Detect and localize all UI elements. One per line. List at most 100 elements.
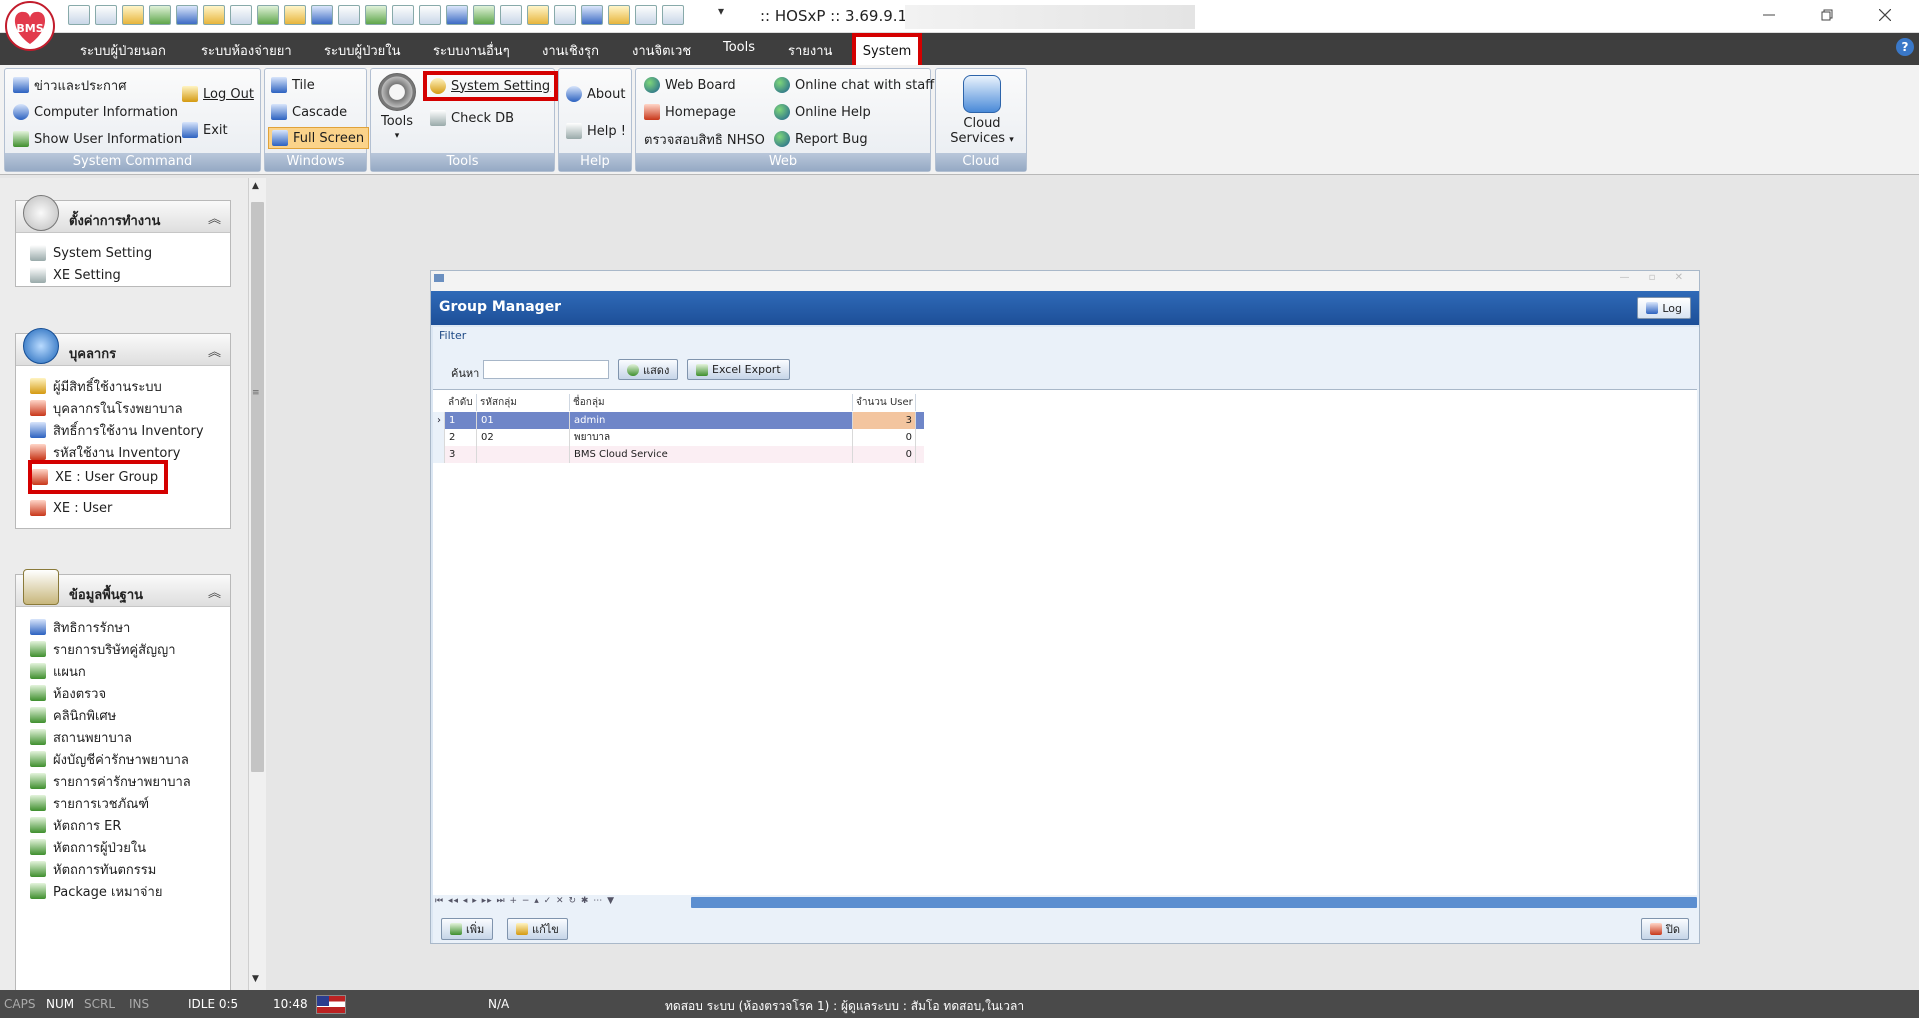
qat-edit-icon[interactable] xyxy=(176,5,198,25)
nav-item-xe-setting[interactable]: XE Setting xyxy=(30,265,121,285)
column-header[interactable]: รหัสกลุ่ม xyxy=(477,394,570,411)
help-icon[interactable]: ? xyxy=(1896,38,1914,56)
nav-item-hospital-staff[interactable]: บุคลากรในโรงพยาบาล xyxy=(30,398,183,418)
qat-camera-icon[interactable] xyxy=(662,5,684,25)
qat-search-icon[interactable] xyxy=(500,5,522,25)
nav-item-medical-supplies[interactable]: รายการเวชภัณฑ์ xyxy=(30,793,149,813)
section-header[interactable]: ตั้งค่าการทำงาน ︽ xyxy=(16,195,230,233)
table-row[interactable]: › 1 01 admin 3 xyxy=(433,412,924,429)
column-header[interactable]: ชื่อกลุ่ม xyxy=(570,394,853,411)
qat-user-icon[interactable] xyxy=(365,5,387,25)
nav-item-hospital[interactable]: สถานพยาบาล xyxy=(30,727,132,747)
nav-item-system-setting[interactable]: System Setting xyxy=(30,243,152,263)
column-header[interactable]: ลำดับ xyxy=(445,394,477,411)
full-screen-button[interactable]: Full Screen xyxy=(268,127,370,149)
nav-item-dental-procedures[interactable]: หัตถการทันตกรรม xyxy=(30,859,156,879)
nav-item-special-clinic[interactable]: คลินิกพิเศษ xyxy=(30,705,116,725)
bms-logo[interactable]: BMS xyxy=(4,0,60,56)
qat-lightning-icon[interactable] xyxy=(338,5,360,25)
nav-item-inventory-codes[interactable]: รหัสใช้งาน Inventory xyxy=(30,442,180,462)
language-flag-icon[interactable] xyxy=(316,995,346,1014)
qat-note-icon[interactable] xyxy=(230,5,252,25)
online-chat-button[interactable]: Online chat with staff xyxy=(774,74,934,96)
search-input[interactable] xyxy=(483,360,609,379)
tools-dropdown-button[interactable]: Tools ▾ xyxy=(377,73,417,144)
qat-id-card-icon[interactable] xyxy=(554,5,576,25)
cascade-button[interactable]: Cascade xyxy=(271,101,347,123)
qat-document-icon[interactable] xyxy=(122,5,144,25)
qat-home-icon[interactable] xyxy=(473,5,495,25)
news-button[interactable]: ข่าวและประกาศ xyxy=(13,74,126,96)
qat-form-icon[interactable] xyxy=(203,5,225,25)
table-row[interactable]: 2 02 พยาบาล 0 xyxy=(433,429,924,446)
nav-item-xe-user[interactable]: XE : User xyxy=(30,498,112,518)
menu-reports[interactable]: รายงาน xyxy=(788,40,832,61)
qat-person-icon[interactable] xyxy=(581,5,603,25)
computer-info-button[interactable]: Computer Information xyxy=(13,101,178,123)
left-panel-scrollbar[interactable]: ▲ ≡ ▼ xyxy=(248,178,266,990)
nav-item-fee-chart[interactable]: ผังบัญชีค่ารักษาพยาบาล xyxy=(30,749,189,769)
menu-pharmacy[interactable]: ระบบห้องจ่ายยา xyxy=(201,40,292,61)
menu-opd[interactable]: ระบบผู้ป่วยนอก xyxy=(80,40,166,61)
table-row[interactable]: 3 BMS Cloud Service 0 xyxy=(433,446,924,463)
about-button[interactable]: About xyxy=(566,83,625,105)
menu-ipd[interactable]: ระบบผู้ป่วยใน xyxy=(324,40,401,61)
show-button[interactable]: แสดง xyxy=(618,359,679,380)
homepage-button[interactable]: Homepage xyxy=(644,101,736,123)
collapse-chevron-icon[interactable]: ︽ xyxy=(208,341,221,360)
filter-link[interactable]: Filter xyxy=(439,329,466,342)
nav-item-fee-list[interactable]: รายการค่ารักษาพยาบาล xyxy=(30,771,191,791)
mdi-window-controls-icon[interactable]: — ▫ ✕ xyxy=(1619,272,1691,283)
nhso-check-button[interactable]: ตรวจสอบสิทธิ NHSO xyxy=(644,128,765,150)
nav-item-contract-companies[interactable]: รายการบริษัทคู่สัญญา xyxy=(30,639,176,659)
show-user-info-button[interactable]: Show User Information xyxy=(13,128,182,150)
menu-other-systems[interactable]: ระบบงานอื่นๆ xyxy=(433,40,510,61)
horizontal-scrollbar[interactable] xyxy=(691,897,1697,908)
cloud-services-button[interactable]: Cloud Services ▾ xyxy=(940,75,1024,148)
nav-item-exam-room[interactable]: ห้องตรวจ xyxy=(30,683,106,703)
menu-tools[interactable]: Tools xyxy=(723,40,755,55)
qat-grid-icon[interactable] xyxy=(284,5,306,25)
scroll-up-icon[interactable]: ▲ xyxy=(252,181,259,191)
section-header[interactable]: ข้อมูลพื้นฐาน ︽ xyxy=(16,569,230,607)
nav-item-department[interactable]: แผนก xyxy=(30,661,86,681)
log-button[interactable]: Log xyxy=(1637,297,1691,319)
scroll-down-icon[interactable]: ▼ xyxy=(252,974,259,984)
system-setting-button[interactable]: System Setting xyxy=(423,71,559,101)
nav-item-package[interactable]: Package เหมาจ่าย xyxy=(30,881,162,901)
qat-monitor-icon[interactable] xyxy=(419,5,441,25)
qat-message-icon[interactable] xyxy=(635,5,657,25)
navigator-buttons-icon[interactable]: ⏮ ◂◂ ◂ ▸ ▸▸ ⏭ + − ▴ ✓ ✕ ↻ ✱ ⋯ ▼ xyxy=(435,896,615,906)
check-db-button[interactable]: Check DB xyxy=(430,107,514,129)
qat-chat-icon[interactable] xyxy=(527,5,549,25)
nav-item-ipd-procedures[interactable]: หัตถการผู้ป่วยใน xyxy=(30,837,146,857)
online-help-button[interactable]: Online Help xyxy=(774,101,871,123)
tile-button[interactable]: Tile xyxy=(271,74,315,96)
edit-button[interactable]: แก้ไข xyxy=(507,918,568,940)
qat-list-icon[interactable] xyxy=(392,5,414,25)
collapse-chevron-icon[interactable]: ︽ xyxy=(208,208,221,227)
web-board-button[interactable]: Web Board xyxy=(644,74,736,96)
nav-item-authorized-users[interactable]: ผู้มีสิทธิ์ใช้งานระบบ xyxy=(30,376,162,396)
exit-button[interactable]: Exit xyxy=(182,119,228,141)
minimize-button[interactable] xyxy=(1746,3,1792,29)
scroll-thumb[interactable] xyxy=(251,202,264,772)
qat-customize-icon[interactable]: ▾ xyxy=(718,4,724,18)
nav-item-er-procedures[interactable]: หัตถการ ER xyxy=(30,815,121,835)
qat-upload-icon[interactable] xyxy=(608,5,630,25)
nav-item-xe-user-group[interactable]: XE : User Group xyxy=(28,460,169,494)
close-button[interactable]: ปิด xyxy=(1640,918,1689,940)
qat-table-icon[interactable] xyxy=(311,5,333,25)
nav-item-treatment-rights[interactable]: สิทธิการรักษา xyxy=(30,617,130,637)
qat-play-icon[interactable] xyxy=(95,5,117,25)
qat-clock-icon[interactable] xyxy=(446,5,468,25)
menu-psychiatry[interactable]: งานจิตเวช xyxy=(632,40,691,61)
qat-add-patient-icon[interactable] xyxy=(68,5,90,25)
splitter-grip-icon[interactable]: ≡ xyxy=(252,388,260,398)
nav-item-inventory-rights[interactable]: สิทธิ์การใช้งาน Inventory xyxy=(30,420,204,440)
menu-proactive[interactable]: งานเชิงรุก xyxy=(542,40,599,61)
qat-pen-icon[interactable] xyxy=(149,5,171,25)
close-window-button[interactable] xyxy=(1862,3,1908,29)
collapse-chevron-icon[interactable]: ︽ xyxy=(208,582,221,601)
column-header[interactable]: จำนวน User xyxy=(853,394,916,411)
